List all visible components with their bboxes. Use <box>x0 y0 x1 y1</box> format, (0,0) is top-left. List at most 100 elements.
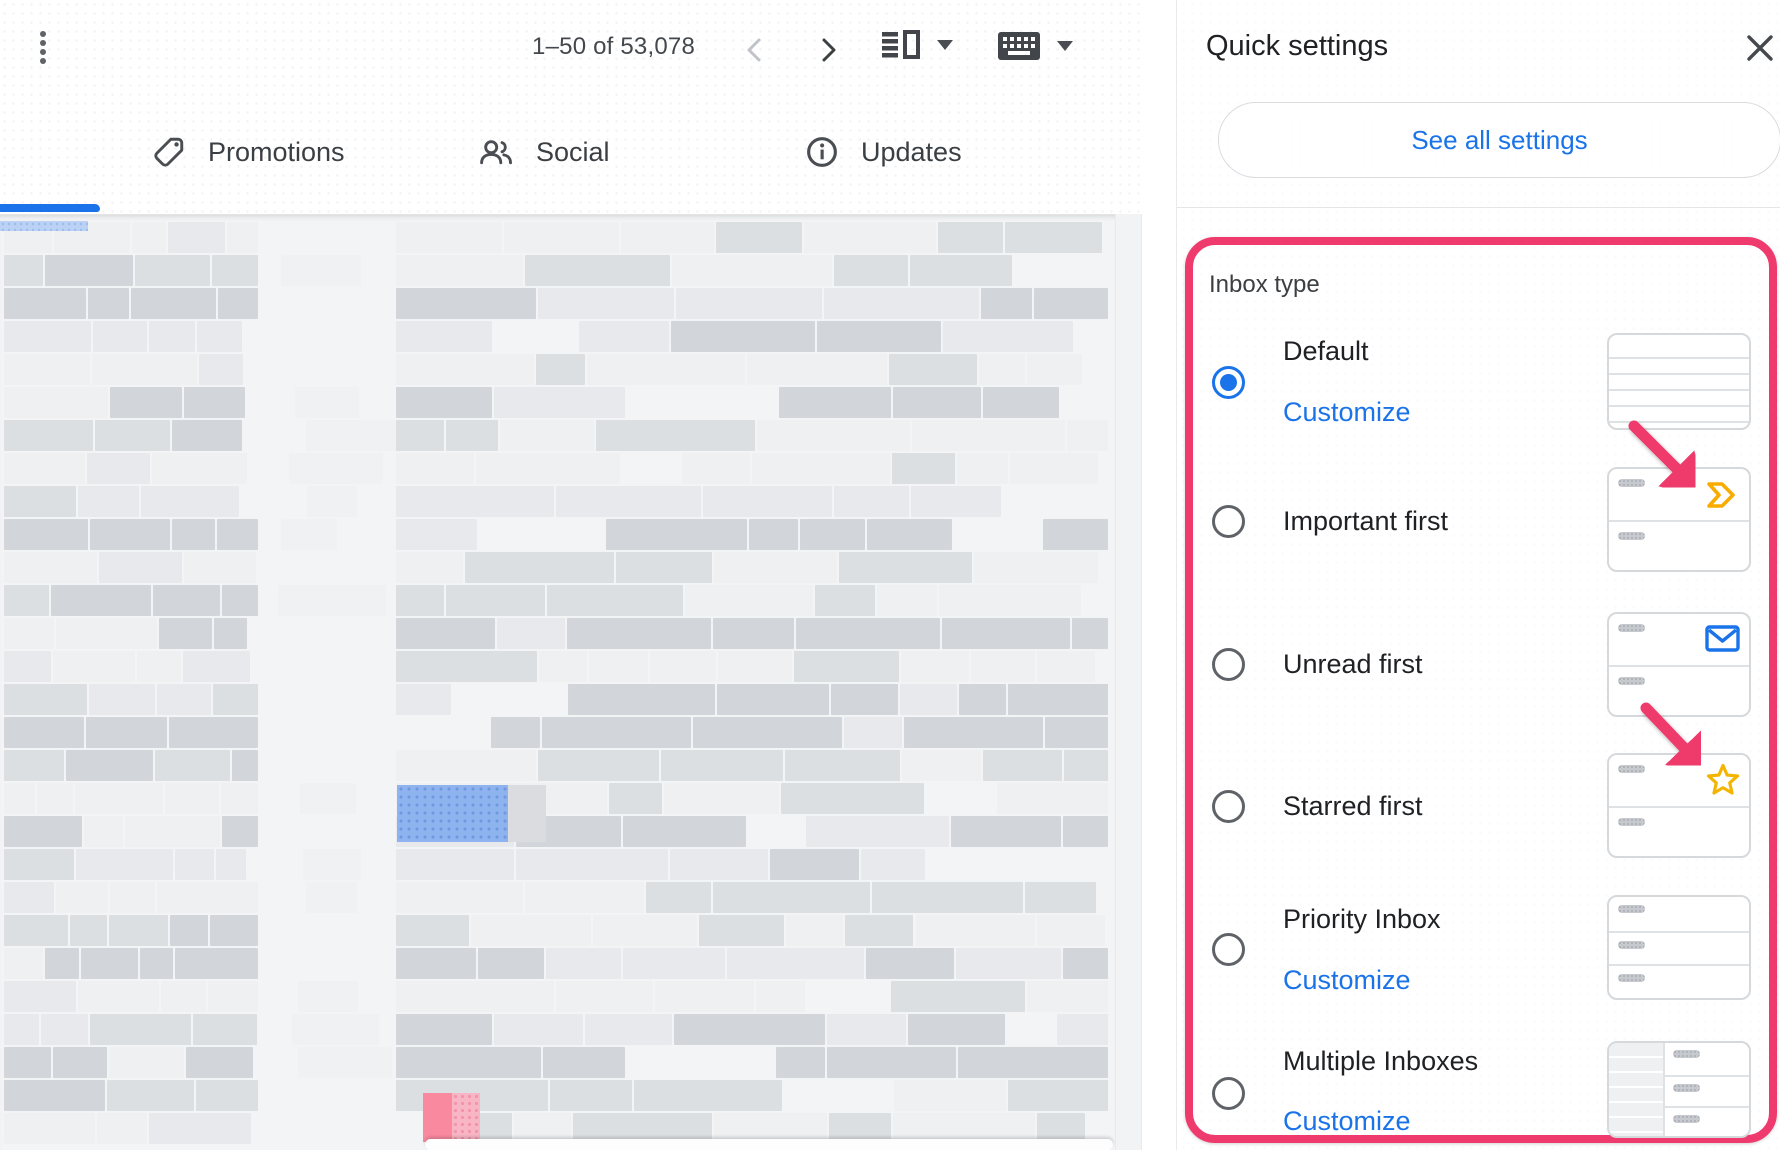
vertical-scrollbar[interactable] <box>1115 214 1142 1150</box>
blurred-row-block <box>776 1047 825 1078</box>
blurred-row-block <box>693 717 841 748</box>
blurred-row-block <box>396 882 523 913</box>
blurred-row-block <box>78 486 139 517</box>
priority-customize-link[interactable]: Customize <box>1283 965 1411 996</box>
blurred-row-block <box>4 684 87 715</box>
close-panel-button[interactable] <box>1745 33 1780 69</box>
newer-page-button[interactable] <box>733 28 777 72</box>
inbox-option-multiple-radio[interactable] <box>1212 1077 1245 1110</box>
thumb-text-pill <box>1618 974 1645 982</box>
blurred-row-block <box>172 519 215 550</box>
blurred-row-block <box>396 750 536 781</box>
thumb-text-pill <box>1618 818 1645 826</box>
thumb-text-pill <box>1673 1050 1700 1058</box>
blurred-row-block <box>908 1014 1006 1045</box>
blurred-row-block <box>45 255 133 286</box>
blurred-row-block <box>676 288 823 319</box>
blurred-row-block <box>1037 651 1095 682</box>
blurred-row-block <box>718 651 792 682</box>
default-customize-link[interactable]: Customize <box>1283 397 1411 428</box>
blurred-row-block <box>396 651 537 682</box>
tab-social[interactable]: Social <box>478 120 610 184</box>
blurred-row-block <box>609 783 662 814</box>
blurred-row-block <box>567 618 711 649</box>
blurred-row-block <box>556 486 701 517</box>
blurred-row-block <box>217 519 258 550</box>
blurred-row-block <box>396 387 492 418</box>
blurred-row-block <box>149 321 194 352</box>
blurred-row-block <box>1043 519 1108 550</box>
selected-email-highlight <box>397 785 508 842</box>
inbox-option-priority-radio[interactable] <box>1212 933 1245 966</box>
blurred-row-block <box>56 618 157 649</box>
inbox-option-unread-radio[interactable] <box>1212 648 1245 681</box>
blurred-row-block <box>99 552 182 583</box>
input-tools-button[interactable] <box>998 32 1073 60</box>
inbox-option-important-radio[interactable] <box>1212 505 1245 538</box>
blurred-row-block <box>623 948 725 979</box>
inbox-option-multiple-label: Multiple Inboxes <box>1283 1046 1478 1077</box>
blurred-row-block <box>525 255 671 286</box>
blurred-row-block <box>218 288 258 319</box>
blurred-row-block <box>4 1047 51 1078</box>
blurred-row-block <box>844 717 902 748</box>
split-pane-toggle[interactable] <box>882 30 953 60</box>
blurred-row-block <box>4 321 91 352</box>
blurred-row-block <box>779 387 891 418</box>
inbox-option-default-radio[interactable] <box>1212 366 1245 399</box>
blurred-row-block <box>109 915 168 946</box>
blurred-row-block <box>747 354 888 385</box>
blurred-row-block <box>494 1014 583 1045</box>
caret-down-icon <box>937 40 953 50</box>
thumb-text-pill <box>1618 624 1645 632</box>
blurred-row-block <box>165 783 219 814</box>
horizontal-scrollbar[interactable] <box>425 1139 1113 1150</box>
blurred-row-block <box>1063 816 1108 847</box>
blurred-row-block <box>902 750 981 781</box>
blurred-row-block <box>298 1047 391 1078</box>
blurred-row-block <box>75 783 164 814</box>
multiple-customize-link[interactable]: Customize <box>1283 1106 1411 1137</box>
blurred-row-block <box>1010 453 1097 484</box>
overflow-menu-icon[interactable] <box>40 31 47 67</box>
blurred-row-block <box>538 288 673 319</box>
blurred-row-block <box>1034 288 1108 319</box>
blurred-row-block <box>494 387 625 418</box>
blurred-row-block <box>298 981 358 1012</box>
tab-updates[interactable]: Updates <box>805 120 962 184</box>
blurred-row-block <box>396 420 444 451</box>
blurred-row-block <box>839 552 972 583</box>
older-page-button[interactable] <box>806 28 850 72</box>
blurred-row-block <box>137 651 181 682</box>
blurred-row-block <box>938 222 1004 253</box>
blurred-row-block <box>800 519 865 550</box>
blurred-row-block <box>4 420 93 451</box>
quick-settings-panel: Quick settings See all settings Inbox ty… <box>1176 0 1780 1150</box>
blurred-row-block <box>1072 618 1108 649</box>
blurred-row-block <box>184 552 256 583</box>
blurred-row-block <box>70 915 107 946</box>
tab-promotions[interactable]: Promotions <box>152 120 345 184</box>
see-all-settings-button[interactable]: See all settings <box>1218 102 1780 178</box>
blurred-row-block <box>232 750 258 781</box>
blurred-row-block <box>516 849 668 880</box>
blurred-row-block <box>396 948 476 979</box>
blurred-row-block <box>4 948 43 979</box>
blurred-row-block <box>110 882 155 913</box>
blurred-row-block <box>396 255 523 286</box>
inbox-option-starred-radio[interactable] <box>1212 790 1245 823</box>
blurred-row-block <box>53 1047 107 1078</box>
blurred-row-block <box>227 222 258 253</box>
blurred-row-block <box>84 816 123 847</box>
blurred-row-block <box>183 651 250 682</box>
blurred-row-block <box>958 1047 1108 1078</box>
blurred-row-block <box>536 354 584 385</box>
blurred-row-block <box>957 453 1008 484</box>
blurred-row-block <box>892 453 955 484</box>
blurred-row-block <box>221 783 258 814</box>
blurred-row-block <box>806 816 949 847</box>
blurred-row-block <box>465 552 614 583</box>
blurred-row-fragment <box>0 221 88 231</box>
blurred-row-block <box>89 684 155 715</box>
blurred-row-block <box>153 585 219 616</box>
